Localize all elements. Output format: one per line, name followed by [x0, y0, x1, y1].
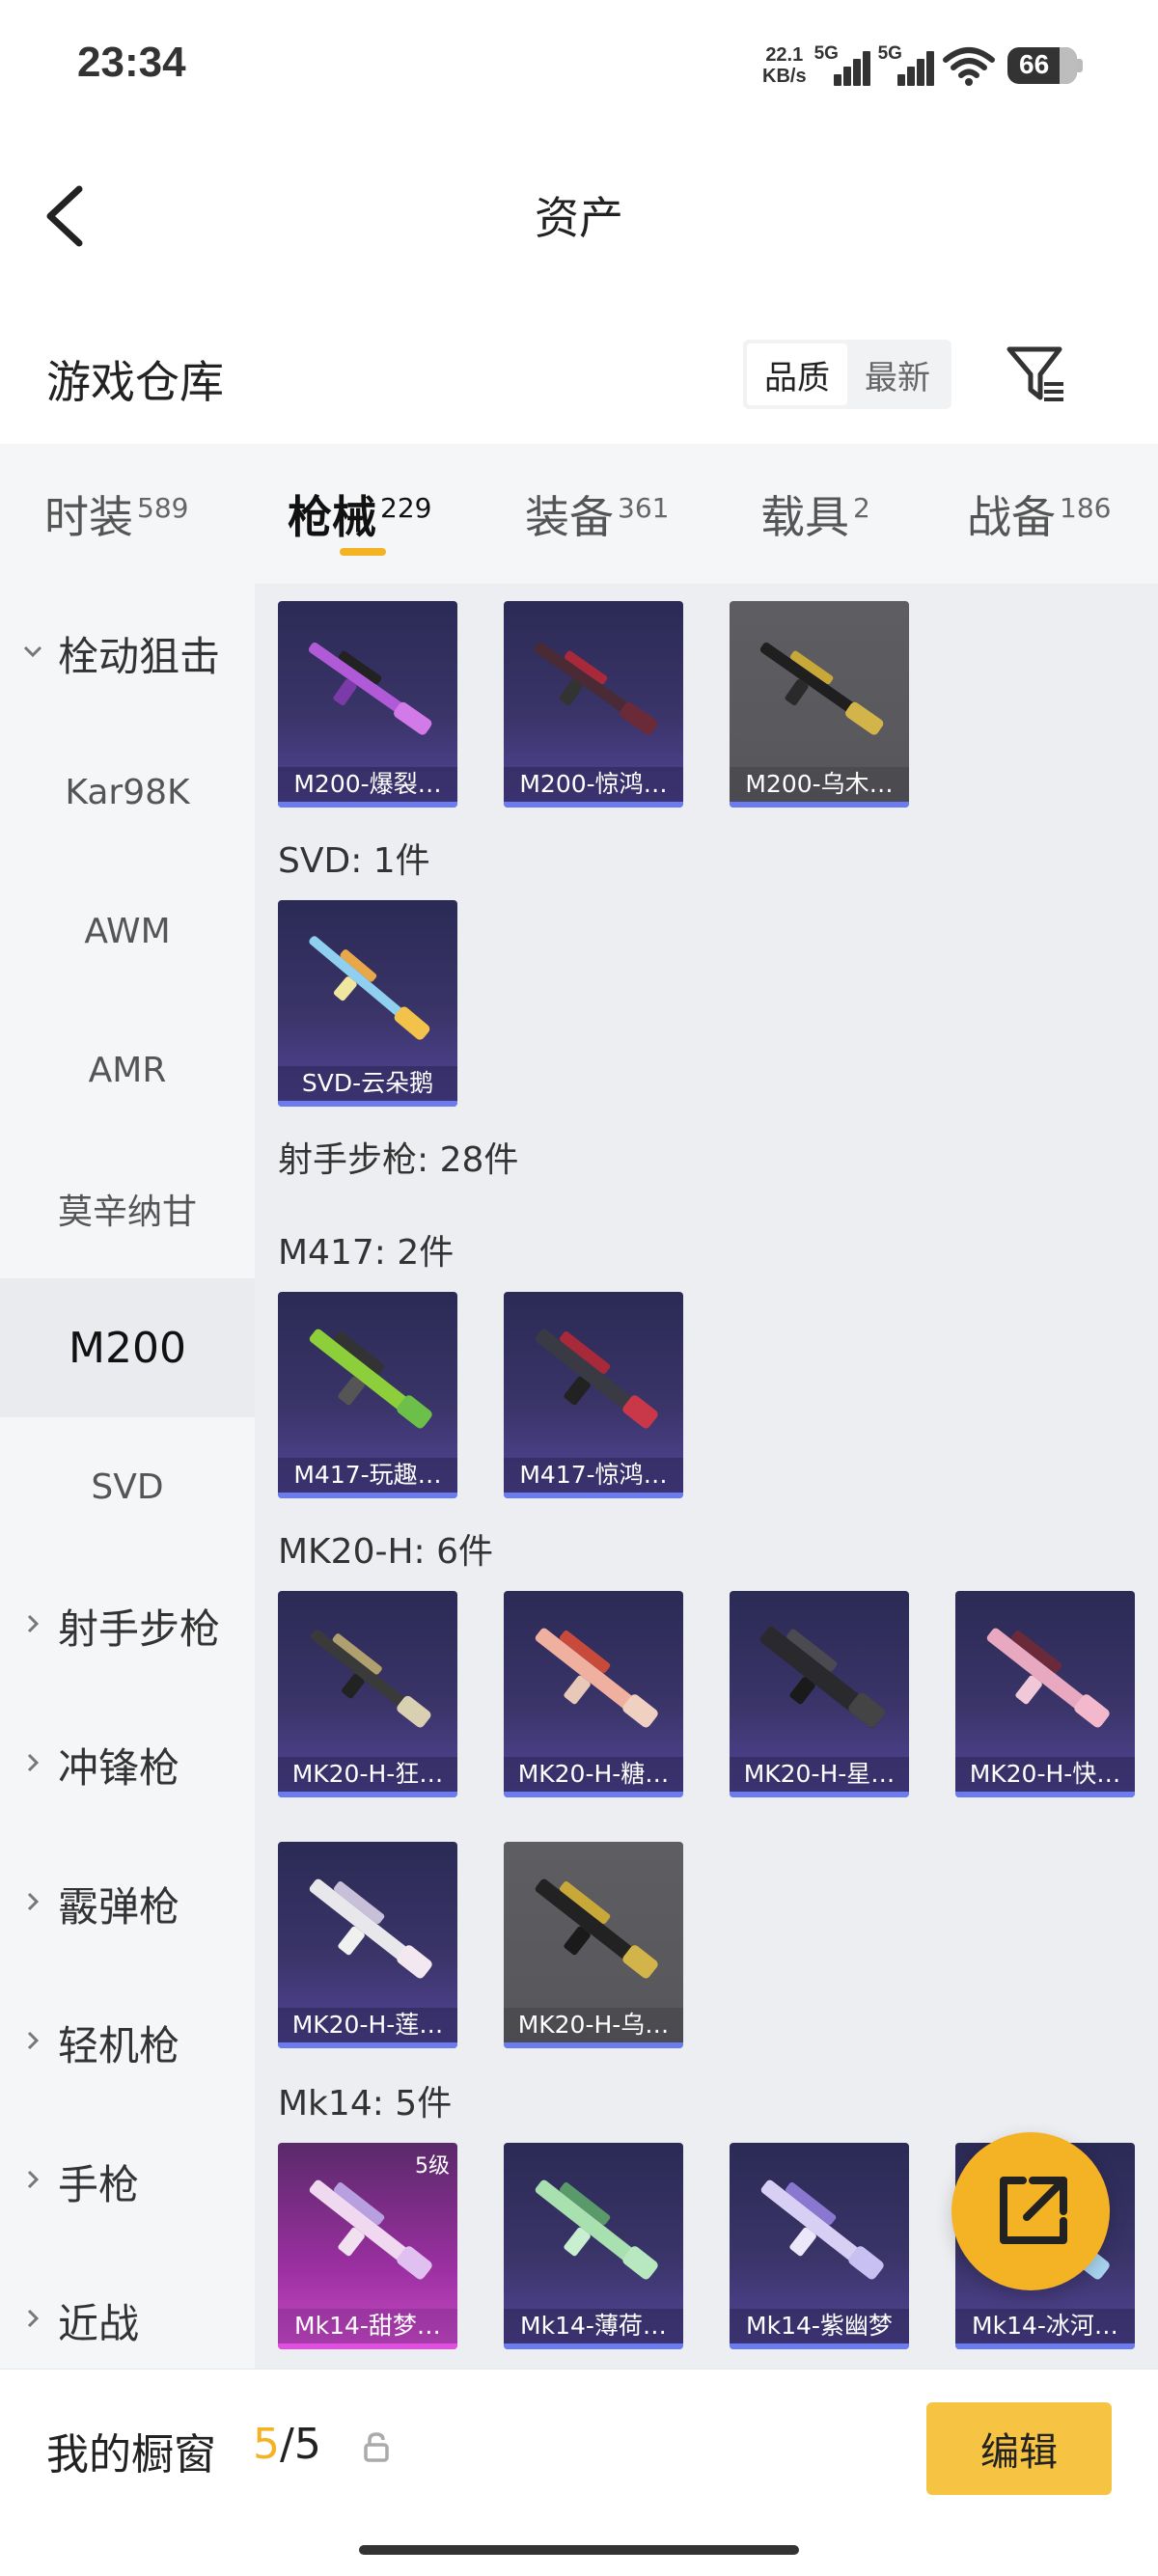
- rifle-icon: [535, 1628, 658, 1728]
- signal-icon: 5G: [878, 43, 934, 88]
- active-tab-indicator: [340, 548, 386, 556]
- rifle-icon: [535, 2179, 658, 2280]
- section-label-mk14: Mk14: 5件: [278, 2084, 453, 2124]
- section-label-svd: SVD: 1件: [278, 841, 430, 881]
- section-label-marksman: 射手步枪: 28件: [278, 1140, 519, 1180]
- nav-item-mosin[interactable]: 莫辛纳甘: [0, 1139, 255, 1278]
- battery-icon: 66: [1006, 47, 1083, 84]
- item-grid: M200-爆裂… M200-惊鸿… M200-乌木… SVD: 1件 SVD-云…: [255, 584, 1158, 2369]
- filter-button[interactable]: [1004, 342, 1071, 409]
- chevron-right-icon: [27, 1753, 40, 1772]
- app-header: 资产: [0, 135, 1158, 280]
- nav-group-marksman-rifle[interactable]: 射手步枪: [0, 1556, 255, 1695]
- share-button[interactable]: [951, 2132, 1110, 2290]
- chevron-right-icon: [27, 2170, 40, 2189]
- item-card[interactable]: Mk14-薄荷…: [504, 2143, 683, 2349]
- rifle-icon: [309, 1329, 432, 1429]
- nav-group-bolt-sniper[interactable]: 栓动狙击: [0, 584, 255, 723]
- item-card[interactable]: M200-乌木…: [730, 601, 909, 808]
- network-speed: 22.1 KB/s: [762, 44, 807, 87]
- lock-icon: [364, 2432, 389, 2462]
- item-card[interactable]: MK20-H-莲…: [278, 1842, 457, 2048]
- signal-icon: 5G: [814, 43, 870, 88]
- showcase-label: 我的橱窗: [46, 2430, 216, 2480]
- nav-group-pistol[interactable]: 手枪: [0, 2112, 255, 2251]
- sort-quality-button[interactable]: 品质: [747, 343, 847, 405]
- external-link-icon: [1000, 2177, 1067, 2244]
- sort-toggle: 品质 最新: [743, 340, 951, 409]
- tab-fashion[interactable]: 时装 589: [44, 482, 188, 546]
- sort-newest-button[interactable]: 最新: [847, 343, 948, 405]
- chevron-right-icon: [27, 1614, 40, 1633]
- chevron-right-icon: [27, 2031, 40, 2050]
- nav-item-m200[interactable]: M200: [0, 1278, 255, 1417]
- item-card[interactable]: MK20-H-快…: [955, 1591, 1135, 1797]
- warehouse-row: 游戏仓库 品质 最新: [0, 318, 1158, 444]
- item-card[interactable]: MK20-H-乌…: [504, 1842, 683, 2048]
- page-title: 资产: [535, 192, 623, 244]
- item-card[interactable]: MK20-H-糖…: [504, 1591, 683, 1797]
- nav-item-kar98k[interactable]: Kar98K: [0, 723, 255, 862]
- item-card[interactable]: MK20-H-狂…: [278, 1591, 457, 1797]
- tab-supplies[interactable]: 战备 186: [967, 482, 1111, 546]
- item-card[interactable]: Mk14-紫幽梦: [730, 2143, 909, 2349]
- status-icons: 22.1 KB/s 5G 5G 66: [762, 39, 1083, 93]
- rifle-icon: [759, 1627, 885, 1728]
- rifle-icon: [760, 2179, 884, 2280]
- chevron-down-icon: [23, 645, 42, 658]
- weapon-type-nav: 栓动狙击 Kar98K AWM AMR 莫辛纳甘 M200 SVD 射手步枪 冲…: [0, 584, 255, 2369]
- section-label-m417: M417: 2件: [278, 1233, 455, 1273]
- filter-icon: [1006, 346, 1063, 401]
- chevron-right-icon: [27, 2309, 40, 2328]
- rifle-icon: [534, 642, 658, 735]
- tab-equipment[interactable]: 装备 361: [525, 482, 669, 546]
- edit-button[interactable]: 编辑: [926, 2402, 1112, 2495]
- item-card[interactable]: M417-惊鸿…: [504, 1292, 683, 1498]
- item-card[interactable]: MK20-H-星…: [730, 1591, 909, 1797]
- home-indicator: [359, 2545, 799, 2555]
- wifi-icon: [942, 44, 996, 87]
- showcase-bar: 我的橱窗 5/5 编辑: [0, 2369, 1158, 2576]
- rifle-icon: [308, 642, 432, 735]
- rifle-icon: [986, 1628, 1110, 1728]
- chevron-right-icon: [27, 1892, 40, 1911]
- item-card[interactable]: M417-玩趣…: [278, 1292, 457, 1498]
- rifle-icon: [535, 1329, 658, 1429]
- rifle-icon: [309, 936, 430, 1040]
- nav-item-svd[interactable]: SVD: [0, 1417, 255, 1556]
- nav-item-awm[interactable]: AWM: [0, 862, 255, 1000]
- item-card[interactable]: SVD-云朵鹅: [278, 900, 457, 1107]
- warehouse-title: 游戏仓库: [46, 356, 224, 408]
- clock: 23:34: [77, 39, 186, 86]
- nav-group-shotgun[interactable]: 霰弹枪: [0, 1834, 255, 1973]
- nav-item-amr[interactable]: AMR: [0, 1000, 255, 1139]
- nav-group-lmg[interactable]: 轻机枪: [0, 1973, 255, 2112]
- rifle-icon: [311, 1630, 431, 1728]
- tab-firearms[interactable]: 枪械 229: [288, 482, 431, 546]
- section-label-mk20h: MK20-H: 6件: [278, 1532, 494, 1572]
- category-tabs: 时装 589 枪械 229 装备 361 载具 2 战备 186: [0, 444, 1158, 584]
- rifle-icon: [309, 1878, 432, 1979]
- item-card[interactable]: M200-惊鸿…: [504, 601, 683, 808]
- showcase-count: 5/5: [253, 2420, 321, 2469]
- item-card[interactable]: 5级 Mk14-甜梦…: [278, 2143, 457, 2349]
- rifle-icon: [535, 1878, 658, 1979]
- item-card[interactable]: M200-爆裂…: [278, 601, 457, 808]
- level-badge: 5级: [415, 2154, 450, 2179]
- nav-group-smg[interactable]: 冲锋枪: [0, 1695, 255, 1834]
- tab-vehicles[interactable]: 载具 2: [760, 482, 870, 546]
- rifle-icon: [759, 642, 884, 735]
- status-bar: 23:34 22.1 KB/s 5G 5G 66: [0, 0, 1158, 135]
